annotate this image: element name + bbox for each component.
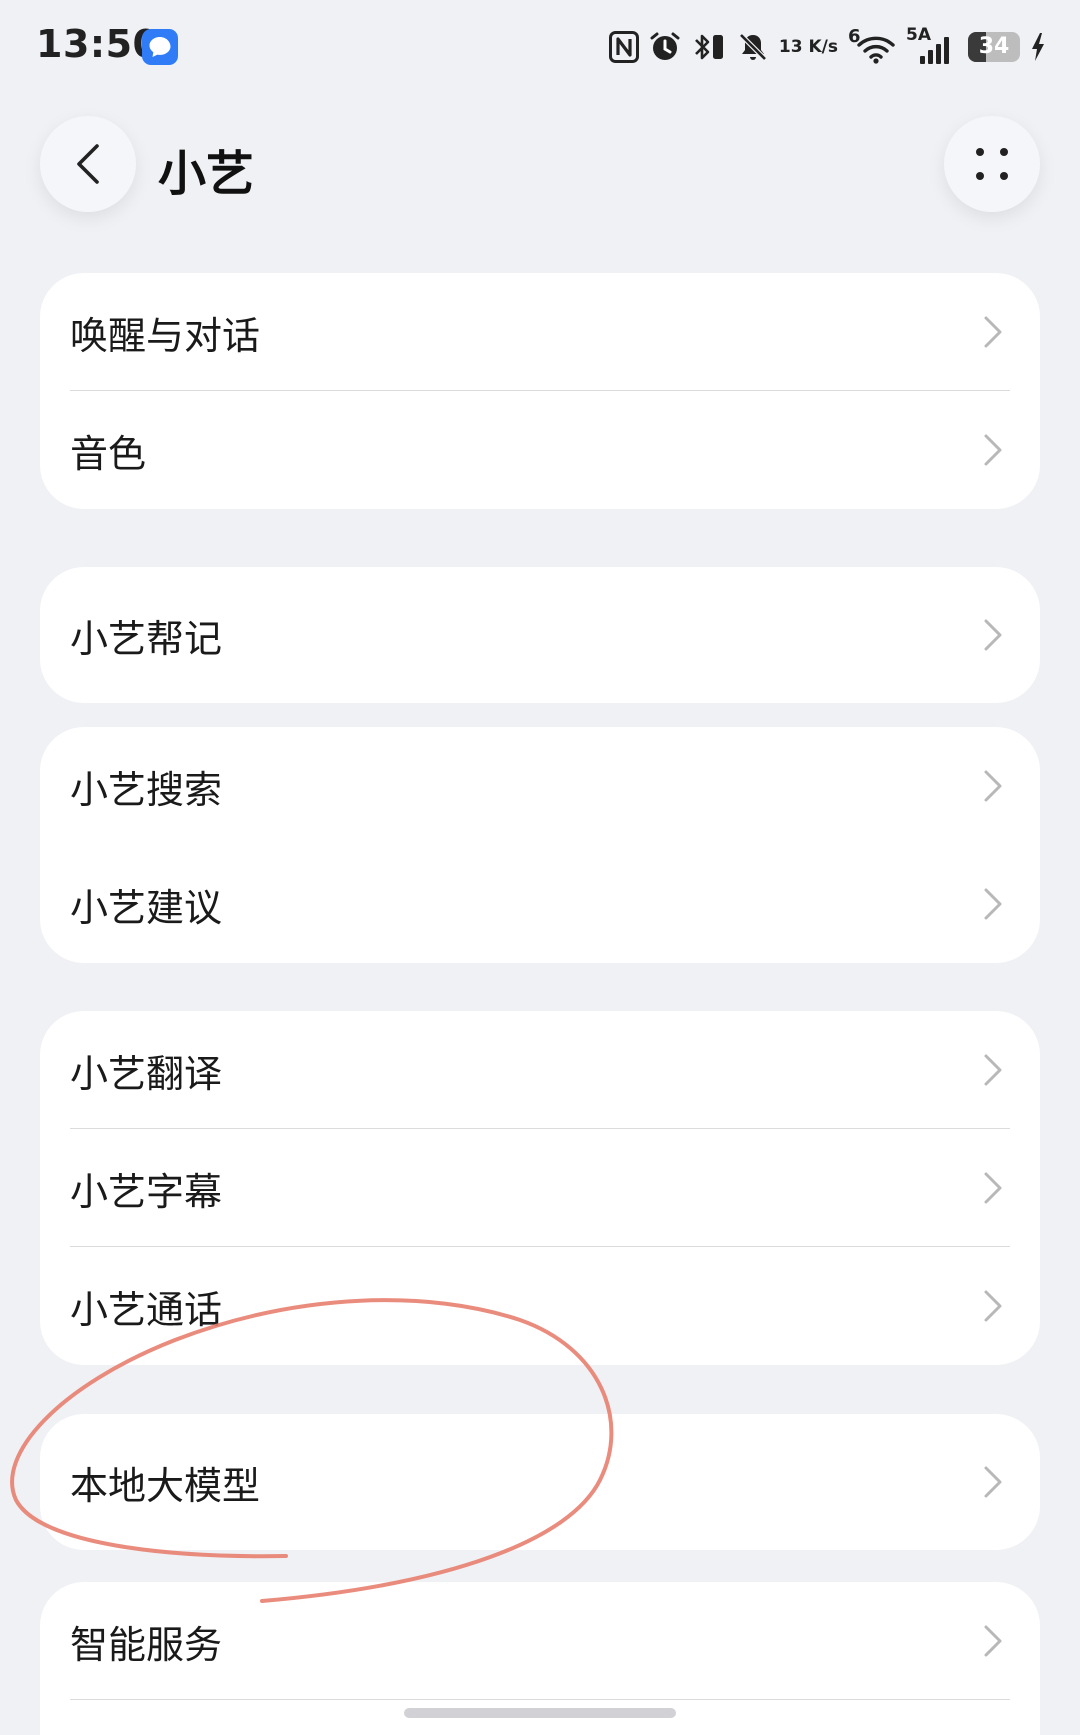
list-item-smart-services[interactable]: 智能服务 (40, 1582, 1040, 1700)
list-item-xiaoyi-translate[interactable]: 小艺翻译 (40, 1011, 1040, 1129)
status-time: 13:50 (36, 22, 160, 66)
chevron-right-icon (984, 1625, 1002, 1657)
charging-icon (1032, 33, 1044, 61)
list-item-label: 音色 (70, 431, 147, 476)
chevron-right-icon (984, 316, 1002, 348)
back-button[interactable] (40, 116, 136, 212)
list-item-label: 本地大模型 (70, 1463, 261, 1508)
list-item-label: 小艺帮记 (70, 616, 223, 661)
list-item-label: 小艺建议 (70, 885, 223, 930)
list-item-xiaoyi-call[interactable]: 小艺通话 (40, 1247, 1040, 1365)
list-item-label: 唤醒与对话 (70, 313, 261, 358)
chevron-right-icon (984, 619, 1002, 651)
settings-group-search: 小艺搜索 小艺建议 (40, 727, 1040, 963)
chevron-left-icon (77, 144, 99, 184)
mute-icon (739, 33, 767, 61)
chevron-right-icon (984, 888, 1002, 920)
wifi-indicator: 6 (848, 26, 896, 64)
list-item-local-large-model[interactable]: 本地大模型 (40, 1414, 1040, 1550)
status-bar: 13:50 13 K/s 6 5A 34 (0, 0, 1080, 96)
settings-group-local-model: 本地大模型 (40, 1414, 1040, 1550)
chevron-right-icon (984, 770, 1002, 802)
network-speed-value: 13 (778, 36, 803, 57)
list-item-label: 小艺搜索 (70, 767, 223, 812)
chevron-right-icon (984, 1290, 1002, 1322)
list-item-xiaoyi-subtitles[interactable]: 小艺字幕 (40, 1129, 1040, 1247)
list-item-label: 小艺翻译 (70, 1051, 223, 1096)
settings-group-memo: 小艺帮记 (40, 567, 1040, 703)
alarm-icon (650, 32, 680, 60)
list-item-voice-tone[interactable]: 音色 (40, 391, 1040, 509)
list-item-xiaoyi-memo[interactable]: 小艺帮记 (40, 567, 1040, 703)
signal-icon (920, 37, 949, 64)
settings-group-wake: 唤醒与对话 音色 (40, 273, 1040, 509)
list-item-label: 小艺通话 (70, 1287, 223, 1332)
wifi-icon (857, 36, 895, 64)
settings-page: 13:50 13 K/s 6 5A 34 小艺 唤醒与对话 音色 小艺帮记 小艺… (0, 0, 1080, 1735)
cell-indicator: 5A (906, 25, 958, 64)
page-title: 小艺 (158, 146, 255, 202)
chevron-right-icon (984, 1054, 1002, 1086)
divider (70, 1698, 1010, 1700)
list-item-wake-dialogue[interactable]: 唤醒与对话 (40, 273, 1040, 391)
chevron-right-icon (984, 1172, 1002, 1204)
nfc-icon (608, 31, 639, 63)
list-item-xiaoyi-search[interactable]: 小艺搜索 (40, 727, 1040, 845)
settings-group-translate: 小艺翻译 小艺字幕 小艺通话 (40, 1011, 1040, 1365)
list-item-label: 智能服务 (70, 1622, 223, 1667)
chevron-right-icon (984, 1466, 1002, 1498)
status-icons: 13 K/s 6 5A 34 (608, 25, 1046, 68)
network-speed: 13 K/s (778, 36, 838, 57)
list-item-label: 小艺字幕 (70, 1169, 223, 1214)
chevron-right-icon (984, 434, 1002, 466)
bluetooth-icon (694, 34, 723, 60)
list-item-xiaoyi-suggestions[interactable]: 小艺建议 (40, 845, 1040, 963)
more-button[interactable] (944, 116, 1040, 212)
message-icon (142, 29, 178, 65)
battery-level: 34 (978, 34, 1010, 59)
network-speed-unit: K/s (808, 36, 838, 57)
battery-icon: 34 (968, 32, 1020, 62)
more-dots-icon (976, 148, 1008, 180)
home-indicator (404, 1708, 676, 1718)
